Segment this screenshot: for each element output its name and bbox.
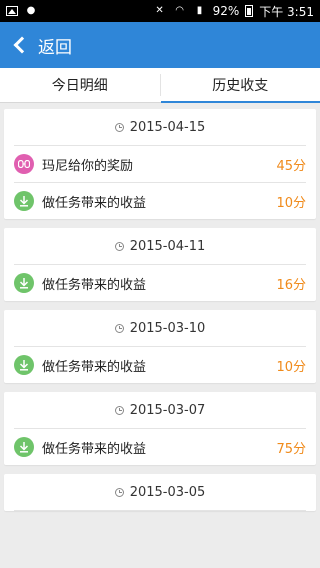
tab-today-details[interactable]: 今日明细 — [0, 68, 160, 102]
history-list: 2015-04-15 玛尼给你的奖励 45分 做任务带来的收益 10分 2015… — [0, 103, 320, 511]
status-bar: ● ✕ ◠ ▮ 92% 下午 3:51 — [0, 0, 320, 22]
clock-icon — [114, 323, 124, 333]
back-button[interactable]: 返回 — [38, 33, 72, 58]
reward-icon — [14, 154, 34, 174]
battery-percent: 92% — [212, 4, 240, 18]
back-arrow-icon[interactable] — [13, 36, 31, 54]
item-label: 做任务带来的收益 — [42, 441, 147, 457]
record-card: 2015-04-11 做任务带来的收益 16分 — [4, 228, 316, 301]
battery-icon — [245, 5, 254, 17]
list-item[interactable]: 做任务带来的收益 10分 — [14, 347, 306, 383]
item-label: 做任务带来的收益 — [42, 277, 147, 293]
status-left: ● — [6, 5, 38, 17]
mute-icon: ✕ — [155, 5, 164, 16]
clock-icon — [114, 405, 124, 415]
item-value: 45分 — [276, 158, 306, 174]
record-card: 2015-04-15 玛尼给你的奖励 45分 做任务带来的收益 10分 — [4, 109, 316, 219]
clock-icon — [114, 241, 124, 251]
download-icon — [14, 355, 34, 375]
record-date: 2015-04-11 — [14, 228, 306, 265]
status-right: ✕ ◠ ▮ 92% 下午 3:51 — [153, 3, 314, 20]
download-icon — [14, 437, 34, 457]
tab-bar: 今日明细 历史收支 — [0, 68, 320, 103]
record-card: 2015-03-07 做任务带来的收益 75分 — [4, 392, 316, 465]
list-item[interactable]: 做任务带来的收益 16分 — [14, 265, 306, 301]
record-date: 2015-03-07 — [14, 392, 306, 429]
android-notification-icon: ● — [26, 5, 36, 16]
item-value: 10分 — [276, 359, 306, 375]
record-date: 2015-03-05 — [14, 474, 306, 511]
record-date-text: 2015-03-05 — [129, 484, 206, 500]
item-value: 10分 — [276, 195, 306, 211]
record-date-text: 2015-03-10 — [129, 320, 206, 336]
record-card: 2015-03-05 — [4, 474, 316, 511]
record-date-text: 2015-03-07 — [129, 402, 206, 418]
item-label: 做任务带来的收益 — [42, 195, 147, 211]
clock-icon — [114, 487, 124, 497]
list-item[interactable]: 做任务带来的收益 10分 — [14, 183, 306, 219]
clock-icon — [114, 122, 124, 132]
record-date: 2015-03-10 — [14, 310, 306, 347]
wifi-icon: ◠ — [175, 5, 184, 16]
download-icon — [14, 191, 34, 211]
item-label: 玛尼给你的奖励 — [42, 158, 134, 174]
image-notification-icon — [6, 6, 18, 16]
list-item[interactable]: 做任务带来的收益 75分 — [14, 429, 306, 465]
item-value: 75分 — [276, 441, 306, 457]
list-item[interactable]: 玛尼给你的奖励 45分 — [14, 146, 306, 183]
status-time: 下午 3:51 — [259, 4, 314, 19]
record-date-text: 2015-04-15 — [129, 119, 206, 135]
app-header: 返回 — [0, 22, 320, 68]
signal-icon: ▮ — [196, 5, 203, 16]
tab-history[interactable]: 历史收支 — [160, 68, 320, 103]
record-date: 2015-04-15 — [14, 109, 306, 146]
item-label: 做任务带来的收益 — [42, 359, 147, 375]
record-card: 2015-03-10 做任务带来的收益 10分 — [4, 310, 316, 383]
download-icon — [14, 273, 34, 293]
record-date-text: 2015-04-11 — [129, 238, 206, 254]
item-value: 16分 — [276, 277, 306, 293]
